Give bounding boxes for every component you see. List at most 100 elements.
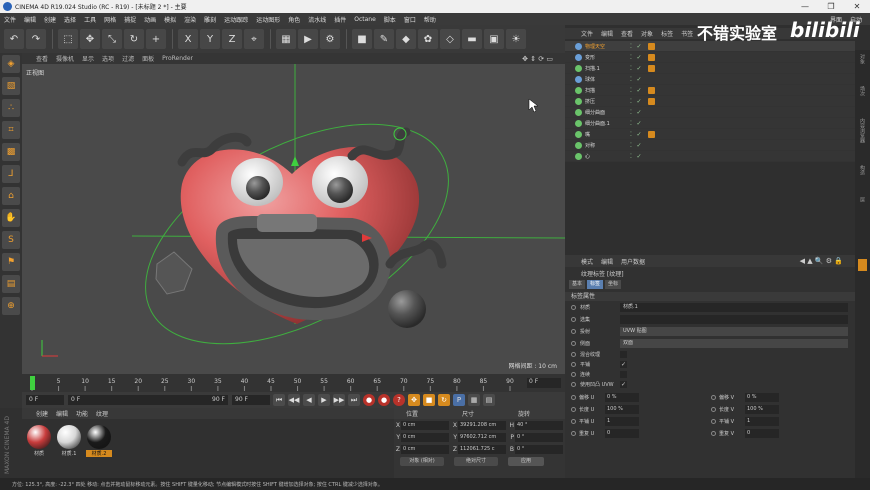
menu-item-6[interactable]: 捕捉 (124, 15, 136, 24)
texture-tag-icon[interactable] (648, 53, 655, 61)
right-tab-0[interactable]: 对象 (859, 54, 866, 64)
prev-frame-button[interactable]: ◀ (303, 394, 315, 406)
play-button[interactable]: ▶ (318, 394, 330, 406)
lock-icon[interactable]: ⊕ (2, 297, 20, 315)
coord-icon[interactable]: ⌖ (244, 29, 264, 49)
current-frame-field[interactable]: 0 F (527, 378, 561, 388)
object-row[interactable]: 细分曲面 ⁚ ✓ (565, 107, 855, 118)
anim-dot-icon[interactable] (711, 430, 716, 436)
visibility-dot-icon[interactable]: ⁚ (628, 54, 634, 61)
rotation-field[interactable]: 0 ° (515, 445, 563, 454)
viewport-menu-3[interactable]: 选项 (102, 54, 114, 63)
object-row[interactable]: 挤压 ⁚ ✓ (565, 96, 855, 107)
viewport-menu-5[interactable]: 面板 (142, 54, 154, 63)
material-menu-2[interactable]: 功能 (76, 409, 88, 418)
render-view-icon[interactable]: ▦ (276, 29, 296, 49)
param-key-button[interactable]: P (453, 394, 465, 406)
attribute-side-tab[interactable] (858, 259, 867, 271)
anim-dot-icon[interactable] (571, 340, 576, 346)
anim-dot-icon[interactable] (571, 351, 576, 357)
scene-icon[interactable]: ◇ (440, 29, 460, 49)
material-menu-3[interactable]: 纹理 (96, 409, 108, 418)
rotation-field[interactable]: 40 ° (515, 421, 563, 430)
attribute-menu-0[interactable]: 模式 (581, 257, 593, 266)
x-axis-icon[interactable]: X (178, 29, 198, 49)
texture-tag-icon[interactable] (648, 97, 655, 105)
material-swatch[interactable]: 材质.1 (56, 425, 82, 457)
enabled-check-icon[interactable]: ✓ (636, 76, 642, 83)
add-icon[interactable]: + (146, 29, 166, 49)
record-button[interactable]: ● (363, 394, 375, 406)
size-field[interactable]: 97602.712 cm (458, 433, 506, 442)
anim-dot-icon[interactable] (571, 381, 576, 387)
menu-item-18[interactable]: 窗口 (404, 15, 416, 24)
go-end-button[interactable]: ⏭ (348, 394, 360, 406)
menu-item-0[interactable]: 文件 (4, 15, 16, 24)
floor-icon[interactable]: ▬ (462, 29, 482, 49)
attribute-menu-1[interactable]: 编辑 (601, 257, 613, 266)
select-icon[interactable]: ⬚ (58, 29, 78, 49)
render-icon[interactable]: ▶ (298, 29, 318, 49)
timeline-ruler[interactable]: 051015202530354045505560657075808590 (22, 374, 522, 392)
solo-icon[interactable]: ⚑ (2, 253, 20, 271)
minimize-button[interactable]: — (792, 2, 818, 11)
attribute-checkbox[interactable] (620, 370, 627, 378)
menu-item-17[interactable]: 脚本 (384, 15, 396, 24)
coord-mode-dropdown[interactable]: 对象 (相对) (400, 457, 444, 466)
visibility-dot-icon[interactable]: ⁚ (628, 65, 634, 72)
attribute-menu-2[interactable]: 用户数据 (621, 257, 645, 266)
visibility-dot-icon[interactable]: ⁚ (628, 43, 634, 50)
menu-item-1[interactable]: 编辑 (24, 15, 36, 24)
visibility-dot-icon[interactable]: ⁚ (628, 120, 634, 127)
attribute-dropdown[interactable]: 双面 (620, 338, 848, 348)
attribute-value[interactable]: 0 % (745, 392, 779, 402)
viewport[interactable]: 正视图 网格间距 : 10 cm (22, 64, 565, 374)
material-swatch[interactable]: 材质 (26, 425, 52, 457)
object-row[interactable]: 球体 ⁚ ✓ (565, 74, 855, 85)
anim-dot-icon[interactable] (571, 430, 576, 436)
attribute-value[interactable]: 0 (745, 428, 779, 438)
attribute-checkbox[interactable] (620, 350, 627, 358)
viewport-menu-0[interactable]: 查看 (36, 54, 48, 63)
menu-item-3[interactable]: 选择 (64, 15, 76, 24)
attribute-value[interactable]: 100 % (745, 404, 779, 414)
viewport-menu-4[interactable]: 过滤 (122, 54, 134, 63)
right-tab-4[interactable]: 层 (859, 197, 866, 202)
material-menu-0[interactable]: 创建 (36, 409, 48, 418)
object-row[interactable]: 细分曲面.1 ⁚ ✓ (565, 118, 855, 129)
object-menu-2[interactable]: 查看 (621, 29, 633, 38)
texture-tag-icon[interactable] (648, 86, 655, 94)
menu-item-12[interactable]: 运动图形 (256, 15, 280, 24)
material-swatch[interactable]: 材质.2 (86, 425, 112, 457)
object-row[interactable]: 扫描.1 ⁚ ✓ (565, 63, 855, 74)
timeline[interactable]: 051015202530354045505560657075808590 0 F (22, 374, 565, 392)
visibility-dot-icon[interactable]: ⁚ (628, 76, 634, 83)
attribute-value[interactable]: 1 (745, 416, 779, 426)
menu-item-11[interactable]: 运动跟踪 (224, 15, 248, 24)
enabled-check-icon[interactable]: ✓ (636, 120, 642, 127)
enabled-check-icon[interactable]: ✓ (636, 43, 642, 50)
apply-button[interactable]: 应用 (508, 457, 544, 466)
size-field[interactable]: 112061.725 c (458, 445, 506, 454)
anim-dot-icon[interactable] (711, 418, 716, 424)
menu-item-8[interactable]: 模拟 (164, 15, 176, 24)
attribute-value[interactable]: 1 (605, 416, 639, 426)
attribute-checkbox[interactable]: ✓ (620, 360, 627, 368)
object-row[interactable]: 嘴 ⁚ ✓ (565, 129, 855, 140)
undo-icon[interactable]: ↶ (4, 29, 24, 49)
right-tab-1[interactable]: 场次 (859, 86, 866, 96)
object-row[interactable]: 变形 ⁚ ✓ (565, 52, 855, 63)
attribute-value[interactable]: 100 % (605, 404, 639, 414)
scale-key-button[interactable]: ■ (423, 394, 435, 406)
anim-dot-icon[interactable] (571, 316, 576, 322)
z-axis-icon[interactable]: Z (222, 29, 242, 49)
object-row[interactable]: 扫描 ⁚ ✓ (565, 85, 855, 96)
menu-item-15[interactable]: 插件 (334, 15, 346, 24)
anim-dot-icon[interactable] (571, 406, 576, 412)
end-frame-field[interactable]: 90 F (232, 395, 270, 405)
menu-item-19[interactable]: 帮助 (424, 15, 436, 24)
attribute-tab-1[interactable]: 标签 (587, 279, 604, 289)
go-start-button[interactable]: ⏮ (273, 394, 285, 406)
autokey-button[interactable]: ● (378, 394, 390, 406)
enabled-check-icon[interactable]: ✓ (636, 98, 642, 105)
